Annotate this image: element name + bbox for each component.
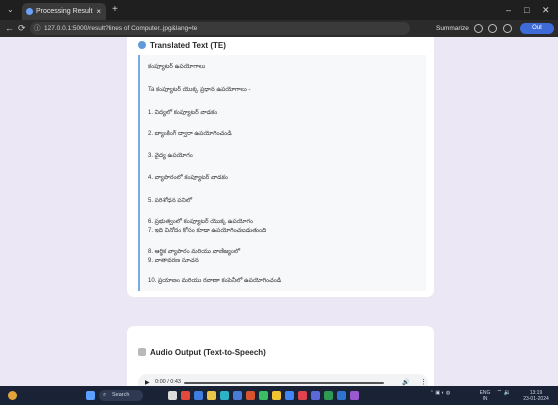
tab-processing-result[interactable]: Processing Result × xyxy=(22,3,106,20)
browser-tab-bar: ⌄ Processing Result × + – □ ✕ xyxy=(0,0,558,20)
translated-line: 7. ఇది వినోదం కోసం కూడా ఉపయోగించబడుతుంది xyxy=(148,228,267,234)
translated-line: 10. ప్రయాణం మరియు రవాణా కంపెనీలో ఉపయోగిం… xyxy=(148,278,282,284)
file-explorer-icon[interactable] xyxy=(207,391,216,400)
translated-line: 9. వాతావరణ సూచన xyxy=(148,258,199,264)
app-icon[interactable] xyxy=(233,391,242,400)
taskbar-search[interactable]: ⌕ Search xyxy=(99,390,143,401)
reload-icon[interactable]: ⟳ xyxy=(18,22,26,35)
audio-progress-bar[interactable] xyxy=(184,382,384,384)
translated-line: 4. వ్యాపారంలో కంప్యూటర్ వాడకం xyxy=(148,175,228,181)
globe-icon xyxy=(138,41,146,49)
edge-icon[interactable] xyxy=(220,391,229,400)
favicon-icon xyxy=(26,8,33,15)
tab-menu-chevron-icon[interactable]: ⌄ xyxy=(7,3,14,17)
app-icon[interactable] xyxy=(298,391,307,400)
weather-icon[interactable] xyxy=(8,391,17,400)
translated-line: 5. పరిశోధన పనిలో xyxy=(148,198,193,204)
audio-output-heading: Audio Output (Text-to-Speech) xyxy=(138,348,266,357)
translated-line: 3. వైద్య ఉపయోగం xyxy=(148,153,193,159)
app-icon[interactable] xyxy=(324,391,333,400)
maximize-button[interactable]: □ xyxy=(524,3,529,17)
address-bar-row: ← ⟳ ⓘ 127.0.0.1:5000/result?lines of Com… xyxy=(0,20,558,37)
translated-line: 6. ప్రభుత్వంలో కంప్యూటర్ యొక్క ఉపయోగం xyxy=(148,219,254,225)
translated-text-box: కంప్యూటర్ ఉపయోగాలు Ta కంప్యూటర్ యొక్క ప్… xyxy=(138,55,426,291)
translated-line: Ta కంప్యూటర్ యొక్క ప్రధాన ఉపయోగాలు - xyxy=(148,87,251,93)
volume-icon[interactable]: 🔊 xyxy=(402,379,409,386)
translated-text-heading: Translated Text (TE) xyxy=(138,41,226,50)
start-icon[interactable] xyxy=(86,391,95,400)
tab-title: Processing Result xyxy=(36,8,93,15)
back-arrow-icon[interactable]: ← xyxy=(5,22,14,35)
app-icon[interactable] xyxy=(311,391,320,400)
network-volume-icon[interactable]: ⌔ 🔉 xyxy=(494,390,514,396)
app-icon[interactable] xyxy=(194,391,203,400)
app-icon[interactable] xyxy=(285,391,294,400)
url-text: 127.0.0.1:5000/result?lines of Computer.… xyxy=(44,25,198,32)
speaker-icon xyxy=(138,348,146,356)
new-tab-button[interactable]: + xyxy=(112,3,118,17)
summarize-icon[interactable] xyxy=(474,24,483,33)
translated-line: 1. విద్యలో కంప్యూటర్ వాడకం xyxy=(148,110,218,116)
more-options-icon[interactable]: ⋮ xyxy=(420,378,427,386)
translated-line: 2. బ్యాంకింగ్ ద్వారా ఉపయోగించండి xyxy=(148,131,232,137)
audio-output-card: Audio Output (Text-to-Speech) ▶ 0:00 / 0… xyxy=(127,326,434,386)
close-window-button[interactable]: ✕ xyxy=(542,3,550,17)
vscode-icon[interactable] xyxy=(337,391,346,400)
summarize-button[interactable]: Summarize xyxy=(436,22,469,35)
translated-line: కంప్యూటర్ ఉపయోగాలు xyxy=(148,64,206,70)
clock[interactable]: 13:19 23-01-2024 xyxy=(518,390,554,402)
extensions-icon[interactable] xyxy=(503,24,512,33)
app-icon[interactable] xyxy=(350,391,359,400)
app-icon[interactable] xyxy=(259,391,268,400)
minimize-button[interactable]: – xyxy=(506,3,511,17)
play-icon[interactable]: ▶ xyxy=(145,379,150,386)
task-view-icon[interactable] xyxy=(168,391,177,400)
app-icon[interactable] xyxy=(181,391,190,400)
profile-button[interactable]: Out xyxy=(520,23,554,34)
search-icon: ⌕ xyxy=(103,392,107,398)
chrome-icon[interactable] xyxy=(272,391,281,400)
tab-close-icon[interactable]: × xyxy=(96,3,101,20)
audio-time: 0:00 / 0:43 xyxy=(155,379,181,385)
language-indicator[interactable]: ENG IN xyxy=(478,390,492,402)
site-info-icon[interactable]: ⓘ xyxy=(34,22,41,35)
favorites-star-icon[interactable] xyxy=(488,24,497,33)
url-input[interactable]: ⓘ 127.0.0.1:5000/result?lines of Compute… xyxy=(30,22,410,35)
translated-text-card: Translated Text (TE) కంప్యూటర్ ఉపయోగాలు … xyxy=(127,37,434,297)
translated-line: 8. ఆర్థిక వ్యాపారం మరియు వాణిజ్యంలో xyxy=(148,249,241,255)
audio-player[interactable]: ▶ 0:00 / 0:43 🔊 ⋮ xyxy=(138,374,428,386)
system-tray-icons[interactable]: ⌃ ▣ ◐ ◍ xyxy=(420,390,460,396)
page-content: Translated Text (TE) కంప్యూటర్ ఉపయోగాలు … xyxy=(0,37,558,386)
app-icon[interactable] xyxy=(246,391,255,400)
windows-taskbar: ⌕ Search ⌃ ▣ ◐ ◍ ENG IN ⌔ 🔉 13:19 23-01-… xyxy=(0,386,558,405)
